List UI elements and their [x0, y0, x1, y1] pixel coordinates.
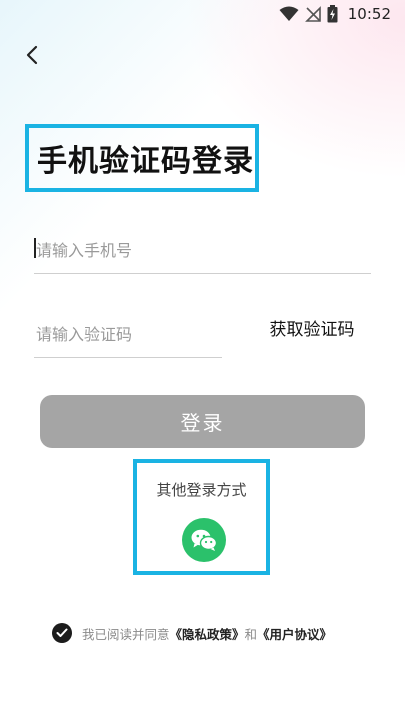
login-button[interactable]: 登录 [40, 395, 365, 448]
verification-code-input[interactable] [34, 312, 222, 358]
agreement-checkbox[interactable] [52, 623, 72, 643]
phone-number-input[interactable] [34, 228, 371, 274]
privacy-policy-link[interactable]: 《隐私政策》 [170, 627, 245, 642]
back-button[interactable] [20, 42, 46, 68]
agreement-connector: 和 [244, 626, 258, 642]
text-cursor [34, 238, 36, 258]
user-agreement-link[interactable]: 《用户协议》 [257, 627, 332, 642]
page-title-highlight: 手机验证码登录 [25, 124, 259, 192]
chevron-left-icon [20, 42, 46, 68]
get-code-button[interactable]: 获取验证码 [262, 318, 362, 342]
no-signal-icon [304, 6, 321, 22]
agreement-prefix: 我已阅读并同意 [82, 626, 170, 642]
other-login-label: 其他登录方式 [156, 481, 247, 499]
agreement-row: 我已阅读并同意《隐私政策》和《用户协议》 [52, 622, 332, 644]
wifi-icon [279, 6, 299, 22]
status-icons: 10:52 [279, 5, 391, 23]
checkmark-icon [56, 628, 68, 638]
page-title: 手机验证码登录 [37, 144, 254, 179]
wechat-login-button[interactable] [182, 518, 226, 562]
wechat-icon [190, 528, 218, 552]
battery-charging-icon [327, 5, 338, 23]
status-bar: 10:52 [0, 0, 405, 28]
status-time: 10:52 [347, 5, 391, 23]
other-login-section: 其他登录方式 [133, 459, 270, 575]
login-button-label: 登录 [180, 411, 225, 435]
